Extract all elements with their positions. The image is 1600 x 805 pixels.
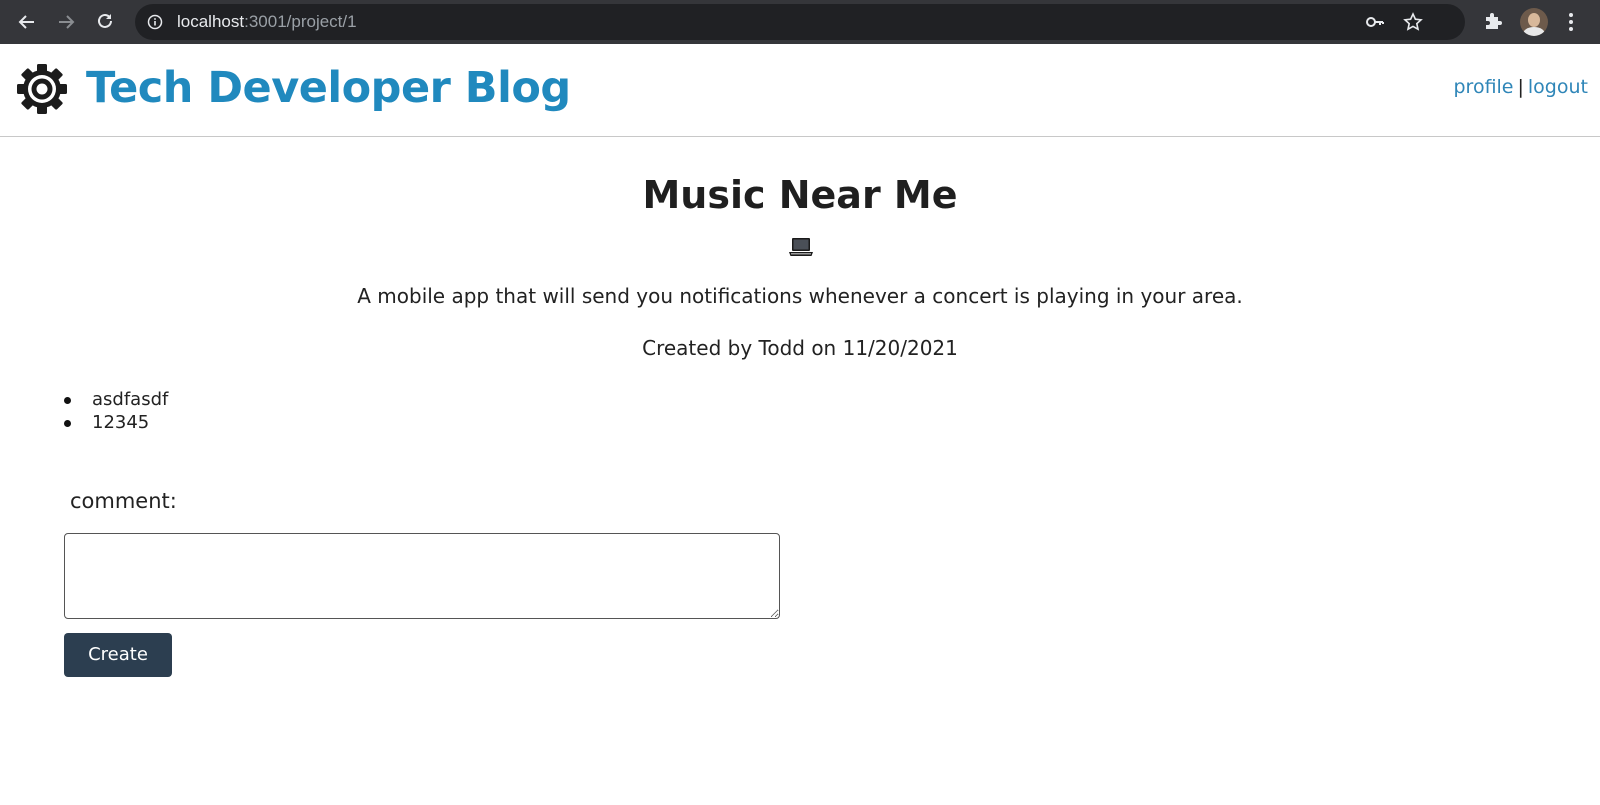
back-arrow-icon[interactable] — [12, 7, 42, 37]
site-header: Tech Developer Blog profile | logout — [0, 44, 1600, 137]
header-nav: profile | logout — [1453, 76, 1588, 98]
star-icon[interactable] — [1403, 12, 1423, 32]
comment-textarea[interactable] — [64, 533, 780, 619]
kebab-menu-icon[interactable] — [1567, 10, 1575, 34]
comment-label: comment: — [70, 489, 177, 513]
post-description: A mobile app that will send you notifica… — [357, 284, 1243, 308]
url-text: localhost:3001/project/1 — [177, 4, 357, 40]
list-item: asdfasdf — [63, 388, 168, 411]
post-title: Music Near Me — [642, 173, 958, 217]
url-path: :3001/project/1 — [244, 12, 357, 31]
logout-link[interactable]: logout — [1528, 76, 1588, 98]
gear-icon[interactable] — [16, 63, 68, 115]
puzzle-icon[interactable] — [1482, 10, 1504, 32]
nav-separator: | — [1517, 76, 1524, 98]
laptop-icon — [788, 237, 814, 257]
address-bar[interactable]: localhost:3001/project/1 — [135, 4, 1465, 40]
list-item: 12345 — [63, 411, 168, 434]
comments-list: asdfasdf 12345 — [63, 388, 168, 434]
comment-text: asdfasdf — [92, 389, 169, 410]
browser-toolbar: localhost:3001/project/1 — [0, 0, 1600, 44]
post-meta: Created by Todd on 11/20/2021 — [642, 336, 958, 360]
bullet-icon — [64, 397, 71, 404]
comment-text: 12345 — [92, 412, 150, 433]
key-icon[interactable] — [1365, 12, 1385, 32]
reload-icon[interactable] — [90, 7, 120, 37]
info-icon[interactable] — [147, 14, 163, 30]
avatar[interactable] — [1520, 8, 1548, 36]
forward-arrow-icon[interactable] — [51, 7, 81, 37]
url-host: localhost — [177, 12, 245, 31]
profile-link[interactable]: profile — [1453, 76, 1513, 98]
create-button[interactable]: Create — [64, 633, 172, 677]
bullet-icon — [64, 420, 71, 427]
site-title[interactable]: Tech Developer Blog — [86, 58, 571, 118]
